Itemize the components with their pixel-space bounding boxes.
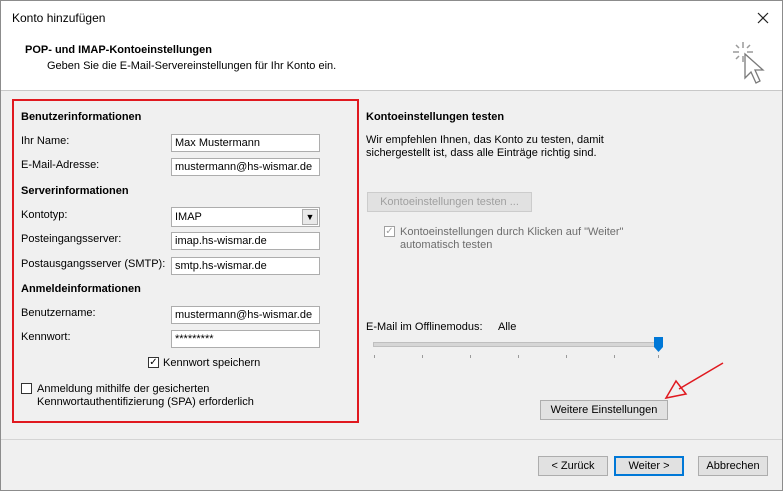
offline-mode-value: Alle xyxy=(498,321,517,333)
test-heading: Kontoeinstellungen testen xyxy=(366,111,505,123)
login-info-heading: Anmeldeinformationen xyxy=(21,283,141,295)
close-button[interactable] xyxy=(749,6,777,30)
more-settings-button[interactable]: Weitere Einstellungen xyxy=(540,400,668,420)
username-field[interactable] xyxy=(171,306,320,324)
footer-divider xyxy=(1,439,782,440)
dialog-window: Konto hinzufügen POP- und IMAP-Kontoeins… xyxy=(0,0,783,491)
chevron-down-icon[interactable]: ▼ xyxy=(302,209,318,225)
close-icon xyxy=(757,12,769,24)
save-password-checkbox[interactable]: ✓ xyxy=(148,357,159,368)
page-title: POP- und IMAP-Kontoeinstellungen xyxy=(25,44,212,56)
name-label: Ihr Name: xyxy=(21,135,70,147)
user-info-heading: Benutzerinformationen xyxy=(21,111,142,123)
test-account-button[interactable]: Kontoeinstellungen testen ... xyxy=(367,192,532,212)
spa-label-line2: Kennwortauthentifizierung (SPA) erforder… xyxy=(37,396,254,408)
offline-slider-track[interactable] xyxy=(373,342,663,347)
spa-checkbox[interactable] xyxy=(21,383,32,394)
wizard-header: POP- und IMAP-Kontoeinstellungen Geben S… xyxy=(1,34,782,91)
account-type-label: Kontotyp: xyxy=(21,209,68,221)
account-type-select[interactable]: IMAP ▼ xyxy=(171,207,320,227)
spa-label-line1: Anmeldung mithilfe der gesicherten xyxy=(37,383,210,395)
username-label: Benutzername: xyxy=(21,307,96,319)
password-field[interactable] xyxy=(171,330,320,348)
wizard-cursor-icon xyxy=(733,42,765,84)
slider-tick xyxy=(518,355,519,358)
password-label: Kennwort: xyxy=(21,331,71,343)
outgoing-server-field[interactable] xyxy=(171,257,320,275)
back-button[interactable]: < Zurück xyxy=(538,456,608,476)
offline-mode-label: E-Mail im Offlinemodus: xyxy=(366,321,483,333)
title-bar: Konto hinzufügen xyxy=(1,1,782,34)
email-field[interactable] xyxy=(171,158,320,176)
slider-tick xyxy=(566,355,567,358)
test-description-line2: sichergestellt ist, dass alle Einträge r… xyxy=(366,147,597,159)
save-password-label: Kennwort speichern xyxy=(163,357,261,369)
email-label: E-Mail-Adresse: xyxy=(21,159,100,171)
annotation-arrow-icon xyxy=(664,362,724,400)
next-button[interactable]: Weiter > xyxy=(614,456,684,476)
incoming-server-field[interactable] xyxy=(171,232,320,250)
auto-test-label-line2: automatisch testen xyxy=(400,239,493,251)
server-info-heading: Serverinformationen xyxy=(21,185,129,197)
slider-tick xyxy=(374,355,375,358)
test-description-line1: Wir empfehlen Ihnen, das Konto zu testen… xyxy=(366,134,604,146)
slider-tick xyxy=(470,355,471,358)
slider-tick xyxy=(658,355,659,358)
cancel-button[interactable]: Abbrechen xyxy=(698,456,768,476)
name-field[interactable] xyxy=(171,134,320,152)
slider-tick xyxy=(422,355,423,358)
auto-test-label-line1: Kontoeinstellungen durch Klicken auf "We… xyxy=(400,226,624,238)
window-title: Konto hinzufügen xyxy=(12,11,106,25)
auto-test-checkbox[interactable]: ✓ xyxy=(384,226,395,237)
outgoing-server-label: Postausgangsserver (SMTP): xyxy=(21,258,166,270)
account-type-value: IMAP xyxy=(175,211,202,223)
offline-slider-thumb[interactable] xyxy=(654,337,663,352)
page-subtitle: Geben Sie die E-Mail-Servereinstellungen… xyxy=(47,60,337,72)
incoming-server-label: Posteingangsserver: xyxy=(21,233,122,245)
slider-tick xyxy=(614,355,615,358)
